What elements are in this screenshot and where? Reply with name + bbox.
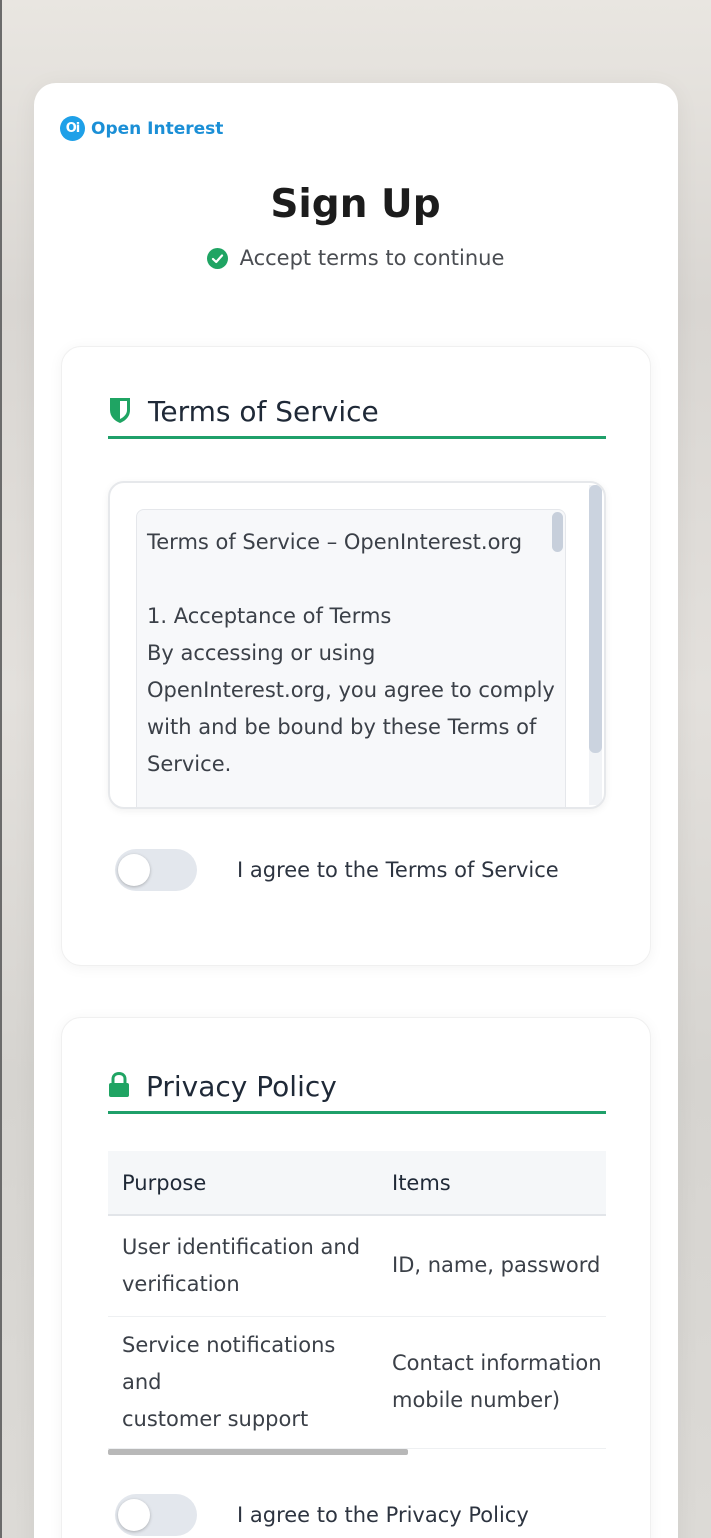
table-cell-items: ID, name, password xyxy=(378,1215,606,1317)
privacy-table-scroll[interactable]: Purpose Items User identification and ve… xyxy=(108,1151,606,1451)
cell-line: User identification and xyxy=(122,1234,361,1259)
check-circle-icon xyxy=(206,247,228,269)
terms-section: Terms of Service Terms of Service – Open… xyxy=(61,346,651,966)
page-subtitle: Accept terms to continue xyxy=(0,246,711,270)
terms-agree-label[interactable]: I agree to the Terms of Service xyxy=(237,858,559,882)
terms-agree-toggle[interactable] xyxy=(115,849,197,891)
privacy-table: Purpose Items User identification and ve… xyxy=(108,1151,606,1449)
terms-agree-row[interactable]: I agree to the Terms of Service xyxy=(115,849,559,891)
privacy-agree-toggle[interactable] xyxy=(115,1494,197,1536)
cell-line: mobile number) xyxy=(392,1388,561,1412)
terms-title: Terms of Service xyxy=(148,395,379,428)
cell-line: verification xyxy=(122,1271,240,1296)
privacy-title: Privacy Policy xyxy=(146,1070,337,1103)
terms-header: Terms of Service xyxy=(108,387,606,439)
cell-line: ID, name, password xyxy=(392,1253,601,1278)
table-cell-purpose: User identification and verification xyxy=(108,1215,378,1317)
table-row: Service notifications and customer suppo… xyxy=(108,1316,606,1449)
terms-line: By accessing or using xyxy=(147,641,376,665)
privacy-header: Privacy Policy xyxy=(108,1062,606,1114)
brand-name: Open Interest xyxy=(91,118,224,139)
privacy-section: Privacy Policy Purpose Items User identi… xyxy=(61,1017,651,1538)
terms-scroll-box[interactable]: Terms of Service – OpenInterest.org 1. A… xyxy=(108,481,606,809)
table-row: User identification and verification ID,… xyxy=(108,1215,606,1317)
terms-content[interactable]: Terms of Service – OpenInterest.org 1. A… xyxy=(136,509,566,807)
terms-line: OpenInterest.org, you agree to comply xyxy=(147,678,555,702)
column-header-purpose: Purpose xyxy=(108,1151,378,1216)
cell-line: Service notifications xyxy=(122,1332,336,1357)
privacy-agree-row[interactable]: I agree to the Privacy Policy xyxy=(115,1494,529,1536)
page-title: Sign Up xyxy=(270,182,441,227)
privacy-agree-label[interactable]: I agree to the Privacy Policy xyxy=(237,1503,529,1527)
privacy-table-scrollbar[interactable] xyxy=(108,1449,408,1455)
table-header-row: Purpose Items xyxy=(108,1151,606,1216)
terms-line xyxy=(147,561,555,598)
lock-icon xyxy=(108,1071,130,1102)
table-cell-items: Contact information ( mobile number) xyxy=(378,1316,606,1449)
terms-line: with and be bound by these Terms of xyxy=(147,715,537,739)
column-header-items: Items xyxy=(378,1151,606,1216)
cell-line: and xyxy=(122,1369,162,1394)
subtitle-text: Accept terms to continue xyxy=(239,246,505,270)
terms-line: Service. xyxy=(147,752,232,776)
window-edge xyxy=(0,0,2,1538)
terms-line: 1. Acceptance of Terms xyxy=(147,604,392,628)
cell-line: customer support xyxy=(122,1406,309,1431)
terms-inner-scrollbar[interactable] xyxy=(552,512,563,552)
toggle-knob xyxy=(118,1499,150,1531)
terms-scrollbar[interactable] xyxy=(589,485,602,753)
toggle-knob xyxy=(118,854,150,886)
shield-icon xyxy=(108,396,132,428)
brand[interactable]: Oi Open Interest xyxy=(60,116,223,141)
terms-line: Terms of Service – OpenInterest.org xyxy=(147,530,523,554)
cell-line: Contact information ( xyxy=(392,1351,606,1375)
brand-logo-icon: Oi xyxy=(60,116,85,141)
table-cell-purpose: Service notifications and customer suppo… xyxy=(108,1316,378,1449)
